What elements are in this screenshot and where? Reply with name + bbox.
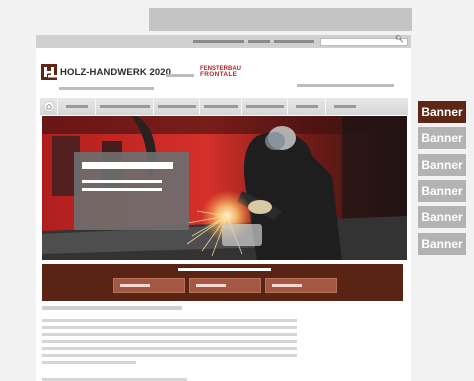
top-placeholder-bar — [149, 8, 412, 31]
body-text-placeholder — [42, 326, 297, 329]
logo-mark-icon — [41, 64, 57, 80]
cta-button[interactable] — [265, 278, 337, 293]
hero-image[interactable] — [42, 116, 407, 260]
nav-item[interactable] — [58, 98, 96, 115]
partner-logo[interactable]: FENSTERBAU FRONTALE — [200, 66, 241, 78]
banner-ad-6[interactable]: Banner — [418, 233, 466, 255]
body-text-placeholder — [42, 354, 297, 357]
cta-button[interactable] — [189, 278, 261, 293]
banner-ad-4[interactable]: Banner — [418, 180, 466, 202]
hero-text-placeholder — [82, 180, 162, 183]
logo-text: HOLZ-HANDWERK 2020 — [60, 66, 172, 78]
cta-button[interactable] — [113, 278, 185, 293]
banner-ad-5[interactable]: Banner — [418, 206, 466, 228]
header-right-placeholder — [297, 84, 394, 87]
hero-text-overlay — [74, 152, 189, 230]
partner-separator — [166, 74, 194, 77]
body-text-placeholder — [42, 340, 297, 343]
body-text-placeholder — [42, 333, 297, 336]
body-text-placeholder — [42, 319, 297, 322]
home-icon — [43, 101, 55, 112]
nav-item[interactable] — [326, 98, 364, 115]
hero-text-placeholder — [82, 188, 162, 191]
utility-bar: 🔍︎ — [36, 35, 411, 48]
webpage-content: 🔍︎ HOLZ-HANDWERK 2020 FENSTERBAU FRONTAL… — [36, 35, 411, 381]
banner-ad-1[interactable]: Banner — [418, 101, 466, 123]
search-input[interactable]: 🔍︎ — [320, 36, 408, 46]
nav-item[interactable] — [288, 98, 326, 115]
utility-link[interactable] — [193, 40, 244, 43]
nav-item[interactable] — [154, 98, 200, 115]
cta-strip — [42, 264, 403, 301]
tagline-placeholder — [59, 87, 154, 90]
nav-item[interactable] — [96, 98, 154, 115]
site-logo[interactable]: HOLZ-HANDWERK 2020 — [41, 64, 171, 80]
nav-item[interactable] — [242, 98, 288, 115]
banner-ad-2[interactable]: Banner — [418, 127, 466, 149]
cta-title-placeholder — [178, 268, 271, 271]
body-text-placeholder — [42, 361, 136, 364]
content-heading-placeholder — [42, 306, 182, 310]
utility-link[interactable] — [274, 40, 314, 43]
main-navigation — [40, 98, 408, 115]
nav-home[interactable] — [40, 98, 58, 115]
body-text-placeholder — [42, 347, 297, 350]
nav-item[interactable] — [200, 98, 242, 115]
search-icon[interactable]: 🔍︎ — [395, 36, 404, 44]
utility-link[interactable] — [248, 40, 270, 43]
partner-logo-line2: FRONTALE — [200, 71, 238, 78]
banner-ad-3[interactable]: Banner — [418, 154, 466, 176]
hero-title-placeholder — [82, 162, 173, 169]
